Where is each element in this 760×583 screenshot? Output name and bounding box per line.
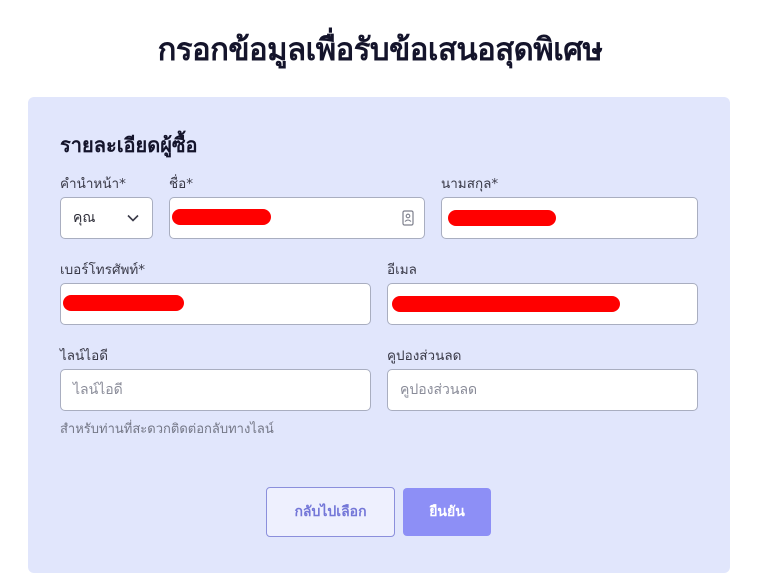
confirm-button[interactable]: ยืนยัน [403, 488, 491, 536]
phone-field[interactable] [60, 283, 371, 325]
line-id-helper-text: สำหรับท่านที่สะดวกติดต่อกลับทางไลน์ [60, 422, 274, 437]
back-to-select-button[interactable]: กลับไปเลือก [266, 487, 395, 537]
redaction-mark [392, 296, 620, 312]
redaction-mark [448, 210, 556, 226]
line-id-label: ไลน์ไอดี [60, 348, 108, 364]
line-id-input[interactable]: ไลน์ไอดี [60, 369, 371, 411]
first-name-field[interactable] [169, 197, 425, 239]
redaction-mark [172, 209, 271, 225]
coupon-placeholder: คูปองส่วนลด [400, 382, 478, 398]
prefix-select-value: คุณ [73, 210, 96, 226]
redaction-mark [63, 295, 184, 311]
section-title: รายละเอียดผู้ซื้อ [60, 133, 198, 157]
last-name-label: นามสกุล* [441, 176, 499, 192]
contact-card-icon[interactable] [402, 210, 414, 226]
coupon-label: คูปองส่วนลด [387, 348, 462, 364]
first-name-label: ชื่อ* [169, 176, 194, 192]
phone-label: เบอร์โทรศัพท์* [60, 262, 146, 278]
last-name-field[interactable] [441, 197, 698, 239]
buyer-details-card: รายละเอียดผู้ซื้อ คำนำหน้า* ชื่อ* นามสกุ… [28, 97, 730, 573]
email-field[interactable] [387, 283, 698, 325]
coupon-input[interactable]: คูปองส่วนลด [387, 369, 698, 411]
prefix-select[interactable]: คุณ [60, 197, 153, 239]
chevron-down-icon [127, 214, 139, 222]
page-title: กรอกข้อมูลเพื่อรับข้อเสนอสุดพิเศษ [157, 32, 603, 68]
email-label: อีเมล [387, 262, 417, 278]
prefix-label: คำนำหน้า* [60, 176, 126, 192]
line-id-placeholder: ไลน์ไอดี [73, 382, 123, 398]
